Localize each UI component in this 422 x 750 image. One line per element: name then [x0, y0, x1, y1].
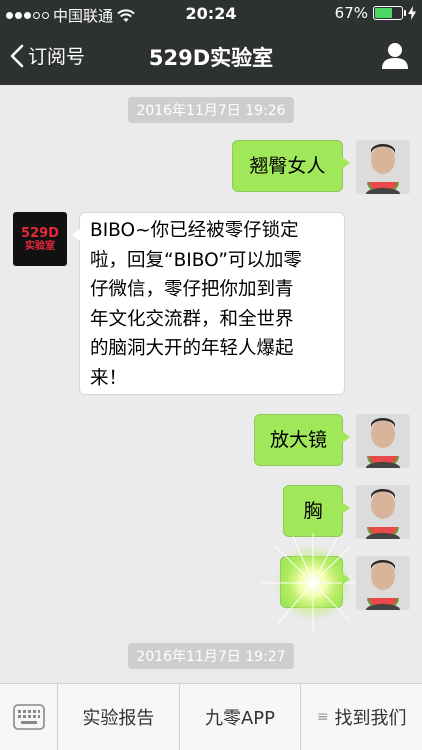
user-avatar-image: [356, 556, 410, 610]
battery-percent: 67%: [334, 4, 368, 22]
nav-bar: 订阅号 529D实验室: [0, 28, 422, 85]
message-bubble-sent[interactable]: [261, 533, 365, 633]
bottom-menu: 实验报告 九零APP ≡ 找到我们: [0, 683, 422, 750]
profile-icon[interactable]: [380, 40, 410, 70]
page-title: 529D实验室: [148, 46, 274, 70]
status-right: 67%: [335, 4, 416, 22]
message-line: 来！: [90, 367, 128, 389]
logo-text: 529D: [21, 225, 59, 241]
user-avatar[interactable]: [356, 556, 410, 610]
message-bubble-received[interactable]: BIBO~你已经被零仔锁定 啦，回复“BIBO”可以加零 仔微信，零仔把你加到青…: [72, 212, 345, 395]
timestamp: 2016年11月7日 19:26: [0, 97, 422, 123]
user-avatar[interactable]: [356, 485, 410, 539]
charging-icon: [408, 6, 416, 20]
message-line: 仔微信，零仔把你加到青: [90, 279, 294, 300]
user-avatar-image: [356, 485, 410, 539]
user-avatar-image: [356, 414, 410, 468]
keyboard-toggle-button[interactable]: [0, 684, 58, 750]
menu-label: 九零APP: [204, 708, 276, 729]
battery-fill: [375, 8, 393, 18]
message-text: 放大镜: [269, 429, 327, 451]
logo-mark: 529D 实验室: [21, 227, 59, 252]
timestamp-label: 2016年11月7日 19:26: [128, 97, 294, 123]
message-line: 的脑洞大开的年轻人爆起: [90, 338, 294, 359]
message-line: 啦，回复“BIBO”可以加零: [90, 249, 302, 271]
user-avatar[interactable]: [356, 414, 410, 468]
keyboard-icon: [12, 704, 45, 730]
message-line: 年文化交流群，和全世界: [90, 308, 294, 330]
account-logo[interactable]: 529D 实验室: [13, 212, 67, 266]
submenu-icon: ≡: [316, 709, 329, 725]
message-bubble-sent[interactable]: 翘臀女人: [232, 140, 350, 192]
menu-app[interactable]: 九零APP: [180, 684, 302, 750]
user-avatar[interactable]: [356, 140, 410, 194]
battery-icon: [373, 6, 406, 20]
message-body: BIBO~你已经被零仔锁定 啦，回复“BIBO”可以加零 仔微信，零仔把你加到青…: [90, 213, 334, 393]
status-bar: 中国联通 20:24 67%: [0, 0, 422, 28]
menu-lab-report[interactable]: 实验报告: [58, 684, 180, 750]
user-avatar-image: [356, 140, 410, 194]
sparkle-icon: [261, 533, 365, 633]
menu-label: 实验报告: [82, 708, 155, 729]
message-bubble-sent[interactable]: 胸: [283, 485, 350, 537]
menu-find-us[interactable]: ≡ 找到我们: [301, 684, 422, 750]
timestamp-label: 2016年11月7日 19:27: [128, 643, 294, 669]
menu-label: 找到我们: [334, 708, 407, 729]
message-text: 胸: [303, 500, 323, 522]
message-text: 翘臀女人: [249, 155, 326, 177]
chat-area[interactable]: 2016年11月7日 19:26 翘臀女人 529D 实验室 BIBO~你已经被…: [0, 85, 422, 683]
message-bubble-sent[interactable]: 放大镜: [254, 414, 350, 466]
timestamp: 2016年11月7日 19:27: [0, 643, 422, 669]
message-line: BIBO~你已经被零仔锁定: [90, 220, 299, 241]
logo-subtext: 实验室: [25, 240, 55, 252]
